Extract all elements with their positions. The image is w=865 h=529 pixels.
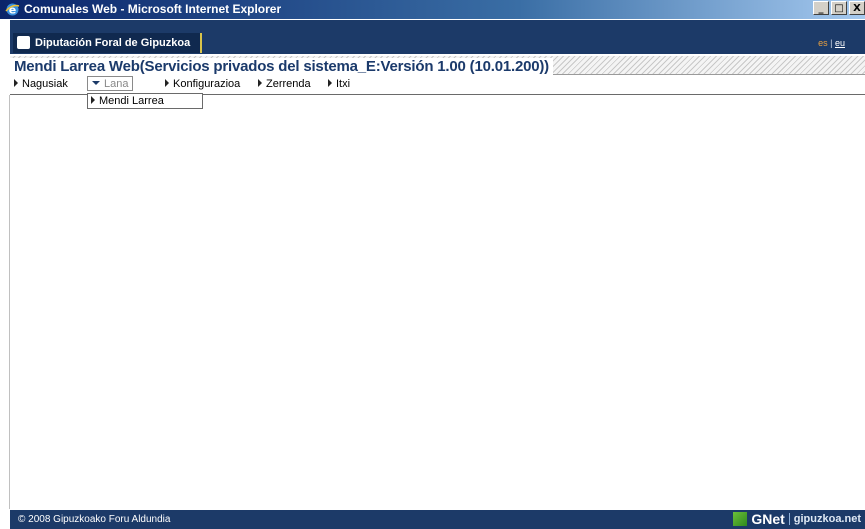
triangle-right-icon xyxy=(14,79,18,88)
gnet-logo-icon xyxy=(733,512,748,526)
lang-eu-link[interactable]: eu xyxy=(835,38,845,48)
lana-dropdown-menu: Mendi Larrea xyxy=(87,93,203,109)
footer: © 2008 Gipuzkoako Foru Aldundia GNet gip… xyxy=(10,510,865,529)
coat-of-arms-icon xyxy=(17,36,30,49)
menu-item-zerrenda[interactable]: Zerrenda xyxy=(258,78,311,90)
triangle-right-icon xyxy=(165,79,169,88)
brand-divider xyxy=(788,513,790,525)
maximize-button[interactable]: □ xyxy=(831,1,847,15)
org-tab: Diputación Foral de Gipuzkoa xyxy=(13,33,203,53)
window-controls: _ □ X xyxy=(813,1,865,15)
content-area xyxy=(10,95,865,509)
menu-item-lana[interactable]: Lana xyxy=(87,76,134,91)
triangle-right-icon xyxy=(258,79,262,88)
menu-item-nagusiak[interactable]: Nagusiak xyxy=(14,78,68,90)
site-label: gipuzkoa.net xyxy=(793,513,861,525)
lang-es-link[interactable]: es xyxy=(818,38,828,48)
app-title-bar: Mendi Larrea Web(Servicios privados del … xyxy=(10,56,865,76)
menu-item-konfigurazioa[interactable]: Konfigurazioa xyxy=(165,78,240,90)
gnet-brand[interactable]: GNet gipuzkoa.net xyxy=(733,511,861,527)
triangle-right-icon xyxy=(328,79,332,88)
org-name: Diputación Foral de Gipuzkoa xyxy=(35,37,191,49)
app-title: Mendi Larrea Web(Servicios privados del … xyxy=(10,58,553,76)
minimize-button[interactable]: _ xyxy=(813,1,829,15)
window-title: Comunales Web - Microsoft Internet Explo… xyxy=(24,2,282,16)
gnet-label: GNet xyxy=(751,511,785,527)
triangle-down-icon xyxy=(92,81,100,86)
close-button[interactable]: X xyxy=(849,1,865,15)
internet-explorer-icon: e xyxy=(5,3,20,17)
copyright-text: © 2008 Gipuzkoako Foru Aldundia xyxy=(18,514,171,525)
language-switcher: es | eu xyxy=(818,38,845,48)
triangle-right-icon xyxy=(91,96,95,105)
dropdown-item-mendi-larrea[interactable]: Mendi Larrea xyxy=(91,94,202,108)
header-band xyxy=(10,20,865,32)
lang-separator: | xyxy=(830,38,833,48)
menu-item-itxi[interactable]: Itxi xyxy=(328,78,350,90)
window-titlebar[interactable]: e Comunales Web - Microsoft Internet Exp… xyxy=(0,0,865,19)
